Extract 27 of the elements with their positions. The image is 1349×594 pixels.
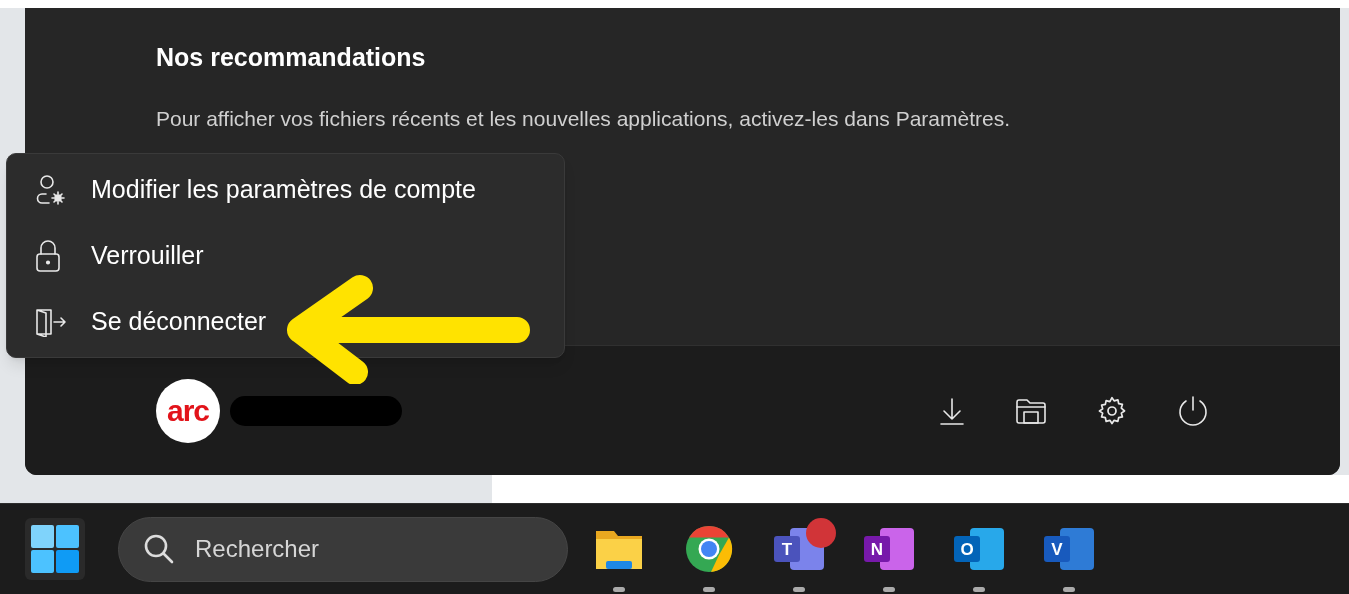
- lock-icon: [33, 238, 63, 273]
- running-indicator: [1063, 586, 1075, 592]
- running-indicator: [613, 586, 625, 592]
- menu-item-label: Se déconnecter: [91, 305, 267, 337]
- search-field[interactable]: Rechercher: [118, 516, 568, 582]
- settings-icon[interactable]: [1096, 394, 1128, 427]
- section-heading: Nos recommandations: [156, 42, 427, 72]
- search-placeholder: Rechercher: [195, 534, 320, 564]
- download-icon[interactable]: [938, 395, 966, 426]
- windows-logo-icon: [31, 525, 79, 573]
- running-indicator: [793, 586, 805, 592]
- menu-item-label: Modifier les paramètres de compte: [91, 173, 476, 205]
- menu-item[interactable]: Verrouiller: [11, 223, 560, 288]
- menu-item[interactable]: Se déconnecter: [11, 289, 560, 354]
- menu-item[interactable]: Modifier les paramètres de compte: [11, 157, 560, 222]
- menu-item-label: Verrouiller: [91, 239, 204, 271]
- sign-out-icon: [33, 306, 67, 337]
- start-button[interactable]: [25, 518, 85, 580]
- recommendations-message: Pour afficher vos fichiers récents et les nouvelles applications, activez-les dans Paramètres.: [156, 106, 1012, 132]
- account-avatar[interactable]: arc: [156, 378, 220, 443]
- browser-icon[interactable]: [685, 525, 733, 573]
- notification-badge: [806, 517, 836, 548]
- running-indicator: [883, 586, 895, 592]
- search-icon: [143, 533, 175, 565]
- running-indicator: [973, 586, 985, 592]
- power-icon[interactable]: [1176, 393, 1210, 428]
- running-indicator: [703, 586, 715, 592]
